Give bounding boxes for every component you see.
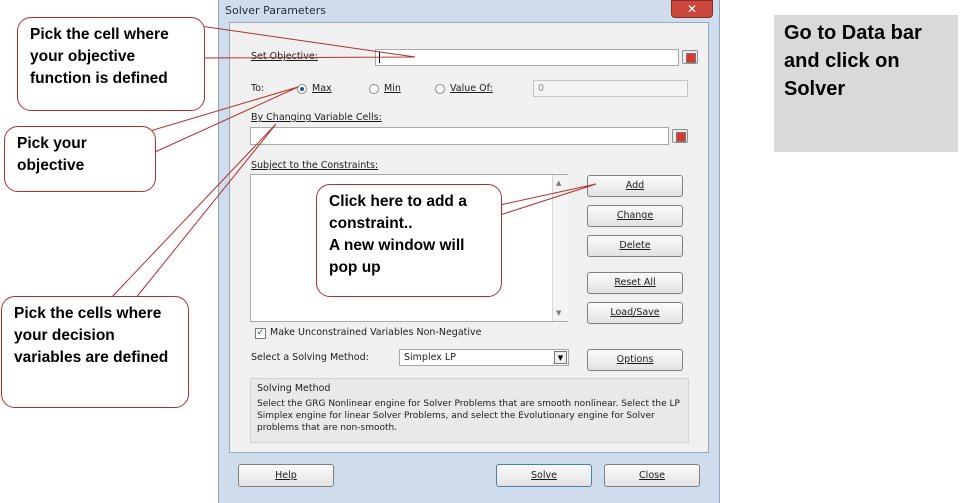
callout-add-constraint-line2: A new window will pop up — [329, 237, 465, 276]
callout-add-constraint-line1: Click here to add a constraint.. — [329, 193, 467, 232]
side-note: Go to Data bar and click on Solver — [774, 15, 958, 152]
callout-objective-cell: Pick the cell where your objective funct… — [17, 17, 205, 111]
add-constraint-connector — [499, 183, 597, 216]
objective-connector — [199, 25, 416, 59]
callout-add-constraint: Click here to add a constraint.. A new w… — [316, 184, 502, 297]
callout-pick-objective: Pick your objective — [4, 126, 156, 192]
callout-decision-variables: Pick the cells where your decision varia… — [1, 296, 189, 408]
callout-decision-variables-text: Pick the cells where your decision varia… — [14, 305, 169, 366]
